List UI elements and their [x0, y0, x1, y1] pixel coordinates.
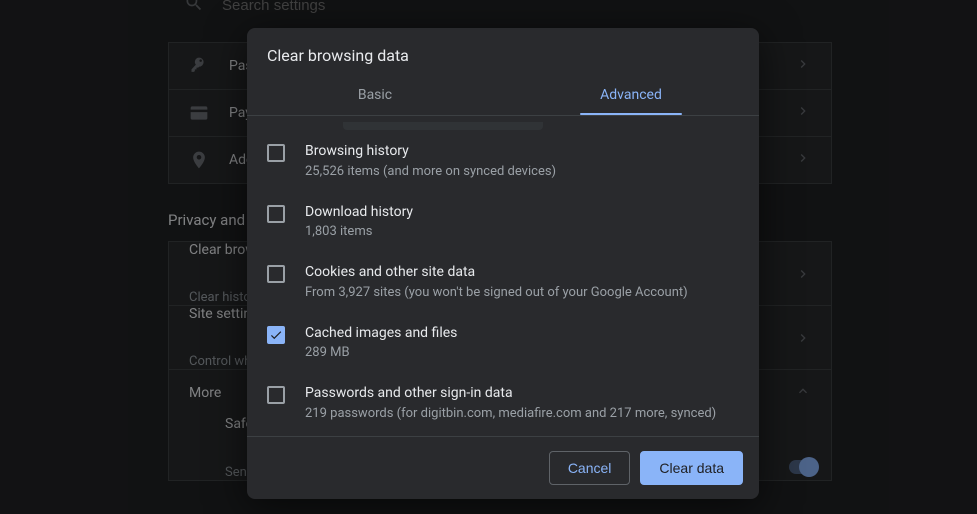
- option-sub: 25,526 items (and more on synced devices…: [305, 164, 556, 179]
- option-cookies[interactable]: Cookies and other site data From 3,927 s…: [247, 251, 759, 312]
- checkbox[interactable]: [267, 386, 285, 404]
- option-download-history[interactable]: Download history 1,803 items: [247, 191, 759, 252]
- option-title: Cookies and other site data: [305, 263, 688, 283]
- checkbox[interactable]: [267, 265, 285, 283]
- checkbox[interactable]: [267, 144, 285, 162]
- clear-data-dialog: Clear browsing data Basic Advanced Brows…: [247, 28, 759, 499]
- option-browsing-history[interactable]: Browsing history 25,526 items (and more …: [247, 130, 759, 191]
- dialog-title: Clear browsing data: [247, 28, 759, 77]
- option-title: Download history: [305, 203, 413, 223]
- tab-advanced[interactable]: Advanced: [503, 77, 759, 115]
- option-title: Cached images and files: [305, 324, 457, 344]
- dialog-body: Browsing history 25,526 items (and more …: [247, 116, 759, 436]
- option-sub: 289 MB: [305, 345, 457, 360]
- option-sub: 219 passwords (for digitbin.com, mediafi…: [305, 406, 716, 421]
- cancel-button[interactable]: Cancel: [549, 451, 631, 485]
- option-sub: From 3,927 sites (you won't be signed ou…: [305, 285, 688, 300]
- checkbox[interactable]: [267, 326, 285, 344]
- time-range-select[interactable]: [343, 122, 543, 130]
- option-title: Passwords and other sign-in data: [305, 384, 716, 404]
- clear-data-button[interactable]: Clear data: [640, 451, 743, 485]
- option-passwords[interactable]: Passwords and other sign-in data 219 pas…: [247, 372, 759, 433]
- dialog-tabs: Basic Advanced: [247, 77, 759, 116]
- option-sub: 1,803 items: [305, 224, 413, 239]
- dialog-footer: Cancel Clear data: [247, 436, 759, 499]
- option-cache[interactable]: Cached images and files 289 MB: [247, 312, 759, 373]
- checkbox[interactable]: [267, 205, 285, 223]
- tab-basic[interactable]: Basic: [247, 77, 503, 115]
- option-title: Browsing history: [305, 142, 556, 162]
